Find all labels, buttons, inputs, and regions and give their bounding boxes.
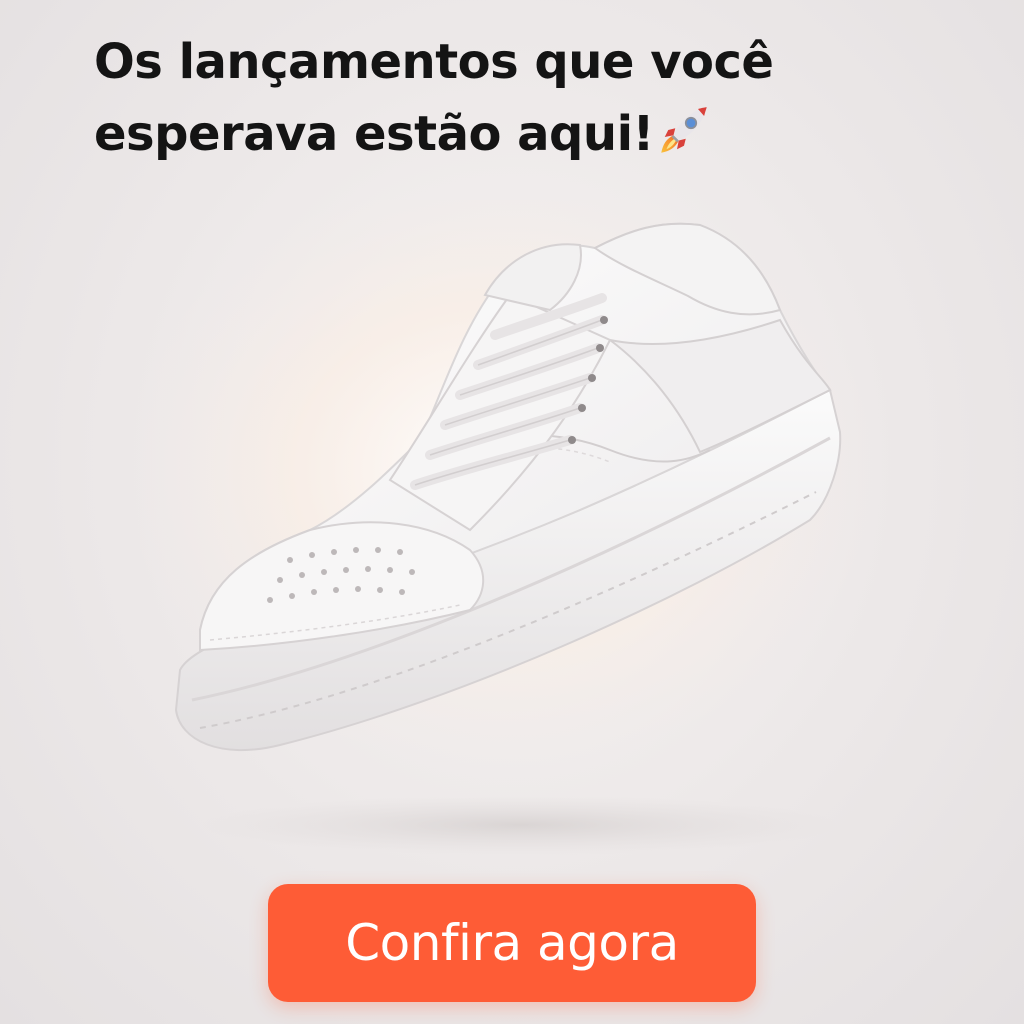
headline-line-1: Os lançamentos que você <box>94 34 774 90</box>
confira-agora-button[interactable]: Confira agora <box>268 884 756 1002</box>
rocket-icon <box>661 107 707 153</box>
headline-line-2: esperava estão aqui! <box>94 98 914 170</box>
headline-line-2-text: esperava estão aqui! <box>94 106 654 162</box>
sneaker-image <box>140 200 880 855</box>
headline: Os lançamentos que você esperava estão a… <box>94 26 914 170</box>
